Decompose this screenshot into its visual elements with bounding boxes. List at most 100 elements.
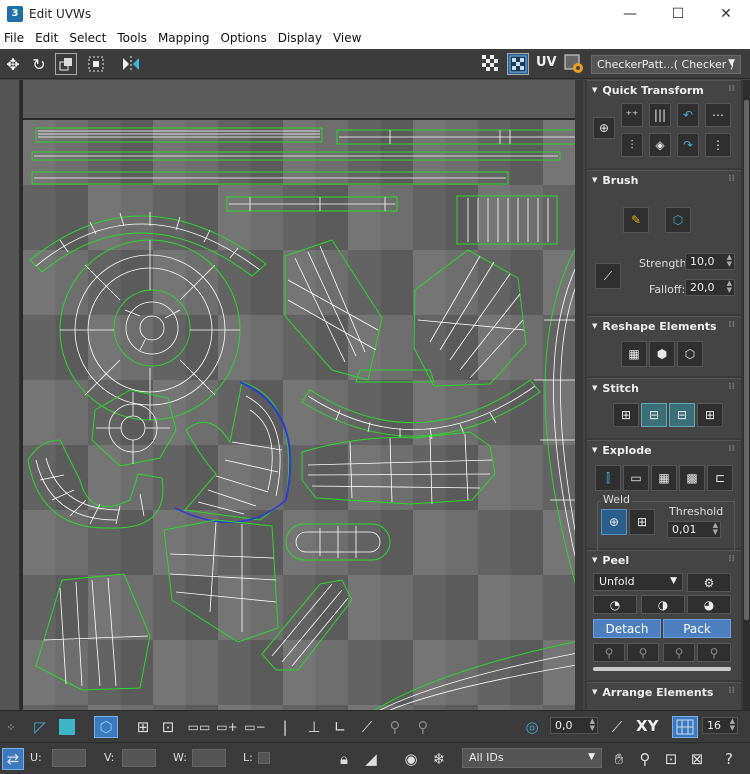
weld-selected-icon[interactable]: ⊕ bbox=[601, 509, 627, 535]
freeform-icon[interactable] bbox=[85, 53, 107, 75]
ring-grow-icon[interactable]: ▭+ bbox=[214, 716, 240, 738]
v-coord-field[interactable] bbox=[122, 749, 156, 767]
move-icon[interactable]: ✥ bbox=[2, 53, 24, 75]
rotate-cw-icon[interactable]: ↷ bbox=[677, 133, 699, 157]
rollout-header[interactable]: ▼ Brush ⁞⁞ bbox=[587, 171, 741, 189]
minimize-button[interactable]: — bbox=[606, 0, 654, 27]
edge-mode-icon[interactable]: ◸ bbox=[28, 716, 52, 738]
w-coord-field[interactable] bbox=[192, 749, 226, 767]
scroll-thumb[interactable] bbox=[744, 100, 749, 620]
grid-snap-icon[interactable] bbox=[672, 716, 698, 738]
auto-pin-icon[interactable]: ⚲ bbox=[697, 643, 731, 662]
space-vertical-icon[interactable]: ⋮ bbox=[705, 133, 731, 157]
maximize-button[interactable]: ☐ bbox=[654, 0, 702, 27]
align-horizontal-icon[interactable]: ⁺⁺ bbox=[621, 103, 643, 127]
select-region-icon[interactable]: ⊞ bbox=[132, 716, 154, 738]
uv-islands[interactable] bbox=[20, 80, 583, 710]
close-button[interactable]: ✕ bbox=[702, 0, 750, 27]
flatten-icon[interactable]: ⬡ bbox=[677, 341, 703, 367]
loop-select-icon[interactable]: | bbox=[280, 716, 290, 738]
stitch-custom-icon[interactable]: ⊞ bbox=[613, 403, 639, 427]
material-id-dropdown[interactable]: All IDs ▼ bbox=[462, 748, 602, 768]
show-grid-icon[interactable] bbox=[507, 53, 529, 75]
rotate-angle-icon[interactable]: ◎ bbox=[520, 716, 544, 738]
grid-size-spinner[interactable]: 16 ▲ ▼ bbox=[702, 717, 738, 734]
lock-icon[interactable]: 🔒︎ bbox=[334, 748, 354, 770]
rotate-icon[interactable]: ↻ bbox=[28, 53, 50, 75]
detach-edge-icon[interactable]: ▭ bbox=[623, 465, 649, 491]
lock-checkbox[interactable] bbox=[258, 752, 270, 764]
absolute-offset-icon[interactable]: ⇄ bbox=[2, 748, 24, 770]
pan-hand-icon[interactable]: ✋︎ bbox=[608, 748, 630, 770]
stitch-to-target-icon[interactable]: ⊟ bbox=[641, 403, 667, 427]
weld-all-icon[interactable]: ⊞ bbox=[629, 509, 655, 535]
pin-edges-icon[interactable]: ⚲ bbox=[663, 643, 695, 662]
quick-peel-button[interactable]: ◔ bbox=[593, 595, 637, 614]
stitch-average-icon[interactable]: ⊟ bbox=[669, 403, 695, 427]
viewport-scrollbar[interactable] bbox=[575, 80, 583, 710]
space-horizontal-icon[interactable]: ⋯ bbox=[705, 103, 731, 127]
ring-shrink-icon[interactable]: ▭− bbox=[242, 716, 268, 738]
flatten-explode-icon[interactable]: ⊏ bbox=[707, 465, 733, 491]
menu-view[interactable]: View bbox=[329, 31, 368, 45]
zoom-icon[interactable]: ⚲ bbox=[634, 748, 656, 770]
loop-shrink-icon[interactable]: ∟ bbox=[330, 716, 350, 738]
align-vertical-lines-icon[interactable]: ||| bbox=[649, 103, 671, 127]
u-coord-field[interactable] bbox=[52, 749, 86, 767]
pin-icon[interactable]: ⚲ bbox=[593, 643, 625, 662]
element-mode-icon[interactable]: ⬡ bbox=[94, 716, 118, 738]
menu-file[interactable]: File bbox=[0, 31, 31, 45]
shrink-paint-icon[interactable]: ⚲ bbox=[412, 716, 434, 738]
hide-icon[interactable]: ◉ bbox=[396, 748, 426, 770]
freeze-icon[interactable]: ❄ bbox=[428, 748, 450, 770]
falloff-spinner[interactable]: 20,0 ▲ ▼ bbox=[685, 279, 735, 296]
panel-scrollbar[interactable] bbox=[743, 80, 750, 710]
ring-select-icon[interactable]: ▭▭ bbox=[186, 716, 212, 738]
freeform-line-icon[interactable]: ⟋ bbox=[606, 716, 628, 738]
rollout-header[interactable]: ▼ Quick Transform ⁞⁞ bbox=[587, 81, 741, 99]
split-grid-icon[interactable]: ▦ bbox=[651, 465, 677, 491]
relax-icon[interactable]: ⬢ bbox=[649, 341, 675, 367]
reset-peel-button[interactable]: ◕ bbox=[687, 595, 731, 614]
soft-selection-icon[interactable]: ◢ bbox=[360, 748, 382, 770]
strength-spinner[interactable]: 10,0 ▲ ▼ bbox=[685, 253, 735, 270]
zoom-region-icon[interactable]: ⊡ bbox=[660, 748, 682, 770]
stitch-to-source-icon[interactable]: ⊞ bbox=[697, 403, 723, 427]
texture-settings-icon[interactable] bbox=[563, 53, 585, 75]
rollout-header[interactable]: ▼ Explode ⁞⁞ bbox=[587, 441, 741, 459]
rollout-header[interactable]: ▼ Reshape Elements ⁞⁞ bbox=[587, 317, 741, 335]
threshold-spinner[interactable]: 0,01 ▲ ▼ bbox=[667, 521, 721, 538]
scale-icon[interactable] bbox=[55, 53, 77, 75]
rollout-header[interactable]: ▼ Stitch ⁞⁞ bbox=[587, 379, 741, 397]
rollout-header[interactable]: ▼ Arrange Elements ⁞⁞ bbox=[587, 683, 741, 701]
select-paint-icon[interactable]: ⊡ bbox=[158, 716, 178, 738]
freeform-gizmo-icon[interactable]: ⊕ bbox=[593, 117, 615, 139]
show-map-icon[interactable] bbox=[480, 53, 502, 75]
peel-mode-button[interactable]: ◑ bbox=[641, 595, 685, 614]
texture-dropdown[interactable]: CheckerPatt...( Checker ) ▼ bbox=[591, 55, 741, 74]
grow-paint-icon[interactable]: ⚲ bbox=[384, 716, 406, 738]
menu-select[interactable]: Select bbox=[65, 31, 113, 45]
vertex-mode-icon[interactable]: ⁘ bbox=[2, 716, 20, 738]
break-icon[interactable]: ⫿ bbox=[595, 465, 621, 491]
paint-brush-icon[interactable]: ✎ bbox=[623, 207, 649, 233]
falloff-curve-icon[interactable]: ⟋ bbox=[595, 263, 621, 289]
paint-select-icon[interactable]: ⟋ bbox=[356, 716, 378, 738]
uv-space-label[interactable]: UV bbox=[536, 55, 557, 70]
detach-button[interactable]: Detach bbox=[593, 619, 661, 638]
straighten-icon[interactable]: ▦ bbox=[621, 341, 647, 367]
align-bottom-icon[interactable]: ⫶ bbox=[621, 133, 643, 157]
menu-edit[interactable]: Edit bbox=[31, 31, 65, 45]
explode-checker-icon[interactable]: ▩ bbox=[679, 465, 705, 491]
mirror-icon[interactable] bbox=[120, 53, 142, 75]
menu-mapping[interactable]: Mapping bbox=[154, 31, 217, 45]
rotate-angle-spinner[interactable]: 0,0 ▲ ▼ bbox=[550, 717, 598, 734]
xy-axis-label[interactable]: XY bbox=[636, 717, 658, 735]
polygon-mode-icon[interactable] bbox=[56, 716, 78, 738]
center-pivot-icon[interactable]: ◈ bbox=[649, 133, 671, 157]
menu-tools[interactable]: Tools bbox=[113, 31, 154, 45]
uv-viewport[interactable] bbox=[20, 80, 583, 710]
peel-settings-button[interactable]: ⚙ bbox=[687, 573, 731, 592]
help-icon[interactable]: ? bbox=[716, 748, 742, 770]
unpin-icon[interactable]: ⚲ bbox=[627, 643, 659, 662]
